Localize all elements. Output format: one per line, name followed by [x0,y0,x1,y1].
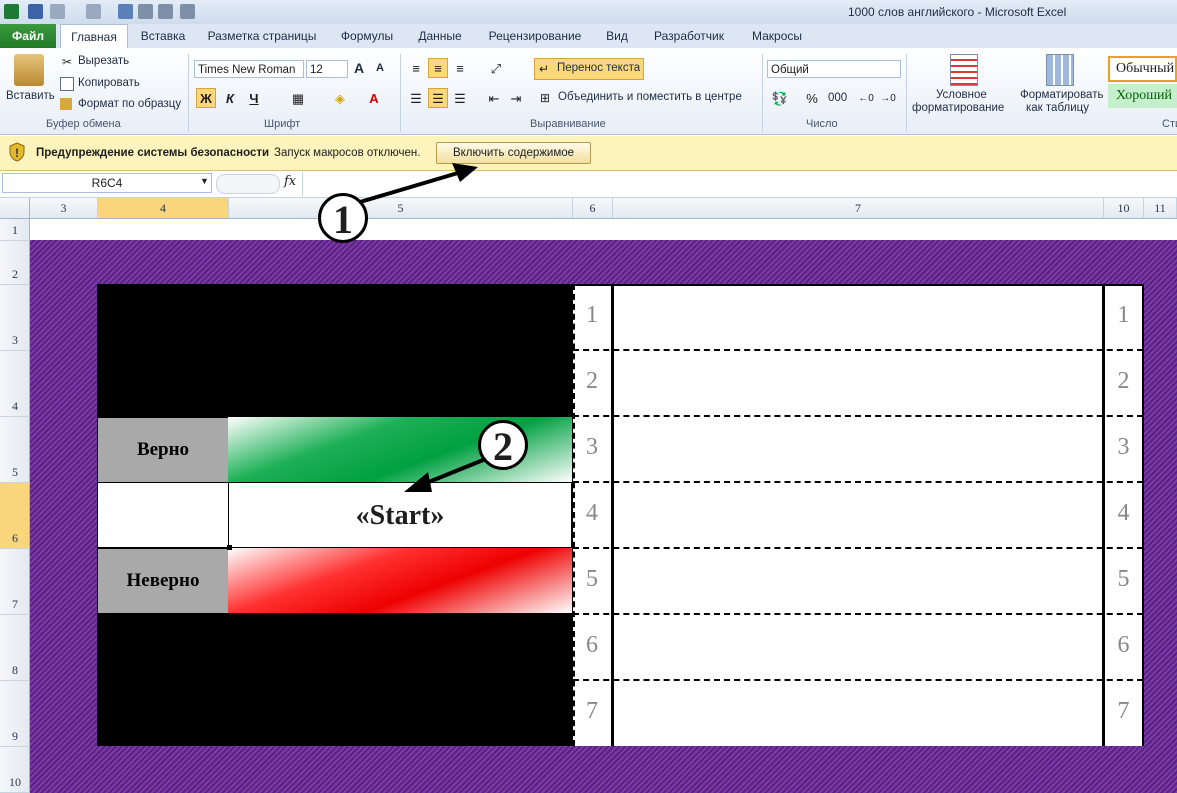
annotation-arrows [359,163,489,492]
arrow-2-head [404,472,432,492]
callout-2: 2 [478,420,528,470]
callout-1: 1 [318,193,368,243]
arrow-1-shaft [359,168,469,204]
